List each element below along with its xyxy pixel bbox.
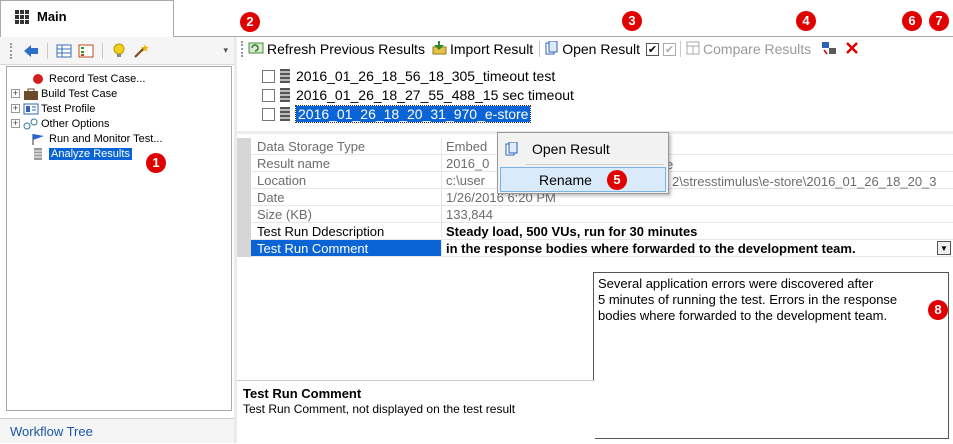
- workflow-tree-footer[interactable]: Workflow Tree: [0, 418, 234, 443]
- grid-icon: [15, 9, 31, 24]
- tree-item-run-and-monitor[interactable]: Run and Monitor Test...: [31, 131, 163, 146]
- compare-results-button[interactable]: Compare Results: [686, 41, 811, 58]
- toolbar-overflow-icon[interactable]: ▾: [223, 45, 228, 56]
- import-result-button[interactable]: Import Result: [431, 40, 533, 58]
- toolbox-icon: [23, 88, 38, 100]
- callout-badge: 7: [929, 11, 949, 31]
- record-icon: [31, 73, 45, 85]
- compare-icon: [686, 41, 700, 58]
- property-row-selected[interactable]: Test Run Comment in the response bodies …: [237, 240, 953, 257]
- tree-item-other-options[interactable]: + Other Options: [11, 116, 109, 131]
- import-icon: [431, 40, 447, 58]
- refresh-results-button[interactable]: Refresh Previous Results: [248, 41, 425, 58]
- callout-badge: 8: [928, 300, 948, 320]
- open-document-icon: [545, 40, 559, 58]
- lightbulb-icon[interactable]: [111, 43, 127, 59]
- results-toolbar: Refresh Previous Results Import Result O…: [237, 37, 953, 61]
- tab-main-label: Main: [37, 9, 67, 24]
- database-icon: [280, 88, 290, 102]
- expand-icon[interactable]: +: [11, 104, 20, 113]
- expand-icon[interactable]: +: [11, 89, 20, 98]
- flag-icon: [31, 133, 45, 145]
- delete-icon[interactable]: [845, 41, 859, 58]
- comment-line: 5 minutes of running the test. Errors in…: [598, 292, 898, 307]
- context-rename[interactable]: Rename: [500, 167, 666, 192]
- callout-badge: 4: [796, 11, 816, 31]
- property-row[interactable]: Test Run Ddescription Steady load, 500 V…: [237, 223, 953, 240]
- back-arrow-icon[interactable]: [23, 43, 39, 59]
- result-checkbox[interactable]: [262, 107, 275, 121]
- comment-line: Several application errors were discover…: [598, 276, 874, 291]
- options-icon: [23, 118, 38, 130]
- callout-badge: 3: [622, 11, 642, 31]
- property-row[interactable]: Size (KB) 133,844: [237, 206, 953, 223]
- tree-item-test-profile[interactable]: + Test Profile: [11, 101, 95, 116]
- select-all-checkbox[interactable]: ✔: [646, 42, 660, 56]
- tree-item-record-test-case[interactable]: Record Test Case...: [31, 71, 145, 86]
- open-document-icon: [500, 141, 524, 156]
- workflow-tree: Record Test Case... + Build Test Case + …: [6, 66, 232, 411]
- results-list: 2016_01_26_18_56_18_305_timeout test 201…: [262, 66, 662, 128]
- help-title: Test Run Comment: [243, 386, 362, 401]
- callout-badge: 5: [607, 170, 627, 190]
- result-item[interactable]: 2016_01_26_18_27_55_488_15 sec timeout: [262, 86, 574, 104]
- dropdown-arrow-icon[interactable]: ▼: [937, 241, 951, 255]
- callout-badge: 1: [146, 153, 166, 173]
- tree-item-analyze-results[interactable]: Analyze Results: [31, 146, 132, 161]
- list-view-icon[interactable]: [78, 43, 94, 59]
- context-open-result[interactable]: Open Result: [500, 136, 666, 161]
- tab-strip: [174, 0, 953, 37]
- context-menu: Open Result Rename: [497, 132, 669, 194]
- comment-line: bodies where forwarded to the developmen…: [598, 308, 888, 323]
- select-none-checkbox[interactable]: ✔: [663, 42, 677, 56]
- help-description: Test Run Comment, not displayed on the t…: [243, 402, 516, 416]
- callout-badge: 2: [240, 12, 260, 32]
- tab-main[interactable]: Main: [0, 0, 174, 37]
- result-checkbox[interactable]: [262, 69, 275, 83]
- comment-field[interactable]: in the response bodies where forwarded t…: [442, 240, 953, 257]
- profile-icon: [23, 103, 39, 115]
- magic-wand-icon[interactable]: [133, 43, 149, 59]
- result-checkbox[interactable]: [262, 88, 275, 102]
- settings-icon[interactable]: [821, 41, 837, 58]
- callout-badge: 6: [902, 11, 922, 31]
- table-view-icon[interactable]: [56, 43, 72, 59]
- open-result-button[interactable]: Open Result: [545, 40, 640, 58]
- result-item[interactable]: 2016_01_26_18_56_18_305_timeout test: [262, 67, 555, 85]
- left-toolbar: ▾: [0, 37, 234, 65]
- property-help-panel: Test Run Comment Test Run Comment, not d…: [237, 380, 595, 443]
- database-icon: [31, 147, 45, 160]
- refresh-icon: [248, 41, 264, 58]
- database-icon: [280, 107, 290, 121]
- result-item-selected[interactable]: 2016_01_26_18_20_31_970_e-store: [262, 105, 532, 123]
- toolbar-grip[interactable]: [10, 42, 13, 59]
- expand-icon[interactable]: +: [11, 119, 20, 128]
- tree-item-build-test-case[interactable]: + Build Test Case: [11, 86, 117, 101]
- comment-editor[interactable]: Several application errors were discover…: [593, 272, 949, 439]
- toolbar-grip[interactable]: [241, 41, 244, 57]
- database-icon: [280, 69, 290, 83]
